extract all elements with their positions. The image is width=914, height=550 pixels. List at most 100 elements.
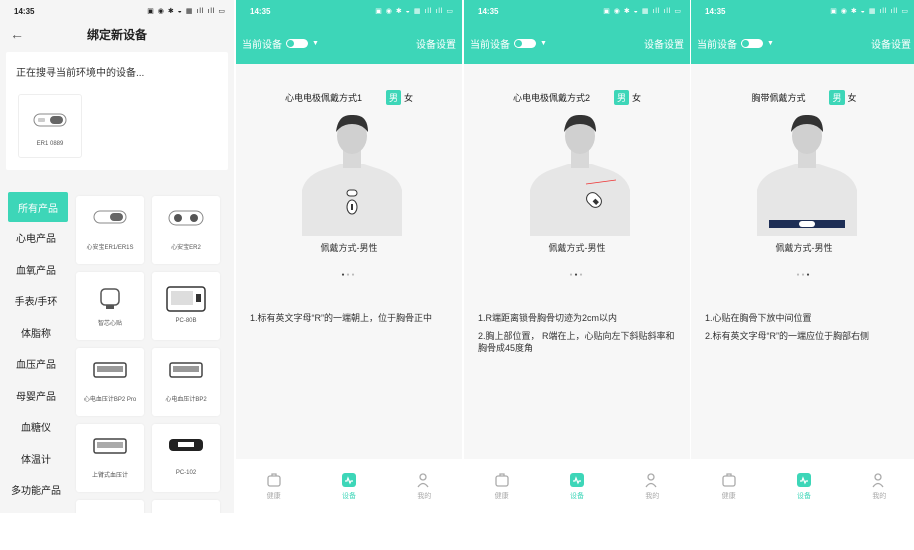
product-card[interactable]: 心安宝ER2 — [152, 196, 220, 264]
found-device-name: ER1 0889 — [36, 141, 64, 147]
title-bar: ← 绑定新设备 — [0, 22, 234, 46]
device-settings-link[interactable]: 设备设置 — [644, 36, 684, 51]
back-arrow-icon[interactable]: ← — [10, 26, 24, 42]
instruction-line: 1.标有英文字母“R”的一端朝上，位于胸骨正中 — [250, 313, 433, 323]
er2-device-icon — [152, 210, 220, 226]
guide-title: 胸带佩戴方式 男女 — [691, 90, 914, 105]
category-scale[interactable]: 体脂称 — [0, 317, 72, 349]
current-device-switch[interactable]: 当前设备 ▼ — [697, 36, 774, 51]
bottom-nav: 健康 设备 我的 — [236, 459, 462, 513]
bottom-nav: 健康 设备 我的 — [464, 459, 690, 513]
product-card[interactable]: 心电血压计BP2 Pro — [76, 348, 144, 416]
nav-mine[interactable]: 我的 — [416, 472, 432, 501]
product-card[interactable]: PC-80B — [152, 272, 220, 340]
nav-home[interactable]: 健康 — [266, 472, 282, 501]
category-watch[interactable]: 手表/手环 — [0, 285, 72, 317]
device-toggle[interactable] — [514, 38, 536, 48]
product-card[interactable]: 心电血压计BP2 — [152, 348, 220, 416]
app-bar: 当前设备 ▼ 设备设置 — [691, 22, 914, 64]
device-settings-link[interactable]: 设备设置 — [871, 36, 911, 51]
product-card[interactable]: 上臂式血压计 — [76, 424, 144, 492]
guide-instructions: 1.标有英文字母“R”的一端朝上，位于胸骨正中 — [250, 312, 448, 330]
product-label: 心安宝ER2 — [171, 245, 201, 251]
device-toggle[interactable] — [286, 38, 308, 48]
nav-mine-label: 我的 — [645, 492, 660, 500]
pc80b-device-icon — [152, 286, 220, 312]
male-option[interactable]: 男 — [385, 90, 401, 105]
status-icons: ▣ ◉ ✱ ◒ ▦ ıll ıll ▭ — [147, 8, 226, 15]
nav-home[interactable]: 健康 — [721, 472, 737, 501]
nav-home-label: 健康 — [266, 492, 281, 500]
product-label: 心安宝ER1/ER1S — [86, 245, 134, 251]
product-card[interactable]: PC-102 — [152, 424, 220, 492]
nav-home-label: 健康 — [721, 492, 736, 500]
product-card[interactable]: 智芯心贴 — [76, 272, 144, 340]
male-option[interactable]: 男 — [613, 90, 629, 105]
instruction-line: 1.R端距离锁骨胸骨切迹为2cm以内 — [478, 313, 618, 323]
nav-home-label: 健康 — [494, 492, 509, 500]
caret-down-icon: ▼ — [767, 39, 774, 47]
current-device-label: 当前设备 — [697, 39, 737, 51]
bp2pro-device-icon — [76, 362, 144, 378]
user-icon — [417, 472, 429, 487]
category-glucose[interactable]: 血糖仪 — [0, 411, 72, 443]
product-card[interactable] — [152, 500, 220, 513]
app-bar: 当前设备 ▼ 设备设置 — [236, 22, 462, 64]
female-option[interactable]: 女 — [632, 91, 641, 104]
nav-mine[interactable]: 我的 — [644, 472, 660, 501]
device-icon — [341, 472, 356, 487]
patch-device-icon — [76, 286, 144, 310]
guide-caption: 佩戴方式-男性 — [775, 243, 833, 253]
product-label: 心电血压计BP2 Pro — [83, 397, 137, 403]
health-icon — [267, 472, 281, 487]
nav-device[interactable]: 设备 — [796, 472, 812, 501]
page-dot: ● — [351, 272, 357, 278]
found-device-card[interactable]: ER1 0889 — [18, 94, 82, 158]
product-card[interactable] — [76, 500, 144, 513]
nav-mine-label: 我的 — [872, 492, 887, 500]
instruction-line: 1.心贴在胸骨下放中间位置 — [705, 313, 812, 323]
wearing-guide-screen-1: 14:35 ▣ ◉ ✱ ◒ ▦ ıll ıll ▭ 当前设备 ▼ 设备设置 心电电… — [236, 0, 462, 513]
er1-device-icon — [76, 210, 144, 224]
guide-title-text: 心电电极佩戴方式1 — [284, 93, 362, 103]
female-option[interactable]: 女 — [848, 91, 857, 104]
product-card[interactable]: 心安宝ER1/ER1S — [76, 196, 144, 264]
nav-device[interactable]: 设备 — [569, 472, 585, 501]
guide-title-text: 心电电极佩戴方式2 — [512, 93, 590, 103]
wearing-guide-screen-3: 14:35 ▣ ◉ ✱ ◒ ▦ ıll ıll ▭ 当前设备 ▼ 设备设置 胸带佩… — [691, 0, 914, 513]
male-option[interactable]: 男 — [829, 90, 845, 105]
nav-device[interactable]: 设备 — [341, 472, 357, 501]
current-device-switch[interactable]: 当前设备 ▼ — [242, 36, 319, 51]
female-option[interactable]: 女 — [404, 91, 413, 104]
bind-device-screen: 14:35 ▣ ◉ ✱ ◒ ▦ ıll ıll ▭ ← 绑定新设备 正在搜寻当前… — [0, 0, 234, 513]
nav-device-label: 设备 — [796, 492, 811, 500]
current-device-label: 当前设备 — [242, 39, 282, 51]
category-baby[interactable]: 母婴产品 — [0, 380, 72, 412]
guide-title: 心电电极佩戴方式1 男女 — [236, 90, 462, 105]
category-multi[interactable]: 多功能产品 — [0, 474, 72, 506]
category-bp[interactable]: 血压产品 — [0, 348, 72, 380]
category-spo2[interactable]: 血氧产品 — [0, 254, 72, 286]
searching-text: 正在搜寻当前环境中的设备... — [16, 68, 145, 79]
status-icons: ▣ ◉ ✱ ◒ ▦ ıll ıll ▭ — [375, 8, 454, 15]
status-time: 14:35 — [478, 6, 499, 16]
user-icon — [872, 472, 884, 487]
nav-mine[interactable]: 我的 — [871, 472, 887, 501]
current-device-switch[interactable]: 当前设备 ▼ — [470, 36, 547, 51]
category-ecg[interactable]: 心电产品 — [0, 222, 72, 254]
category-all[interactable]: 所有产品 — [8, 192, 68, 222]
page-indicator: ●●● — [464, 272, 690, 278]
user-icon — [645, 472, 657, 487]
sex-switch: 男女 — [385, 90, 413, 105]
device-toggle[interactable] — [741, 38, 763, 48]
category-thermo[interactable]: 体温计 — [0, 443, 72, 475]
page-dot-active: ● — [806, 272, 812, 278]
nav-home[interactable]: 健康 — [494, 472, 510, 501]
status-bar: 14:35 ▣ ◉ ✱ ◒ ▦ ıll ıll ▭ — [691, 0, 914, 22]
status-bar: 14:35 ▣ ◉ ✱ ◒ ▦ ıll ıll ▭ — [236, 0, 462, 22]
device-settings-link[interactable]: 设备设置 — [416, 36, 456, 51]
app-bar: 当前设备 ▼ 设备设置 — [464, 22, 690, 64]
page-dot: ● — [579, 272, 585, 278]
status-time: 14:35 — [250, 6, 271, 16]
guide-instructions: 1.R端距离锁骨胸骨切迹为2cm以内 2.胸上部位置， R端在上，心贴向左下斜贴… — [478, 312, 676, 360]
